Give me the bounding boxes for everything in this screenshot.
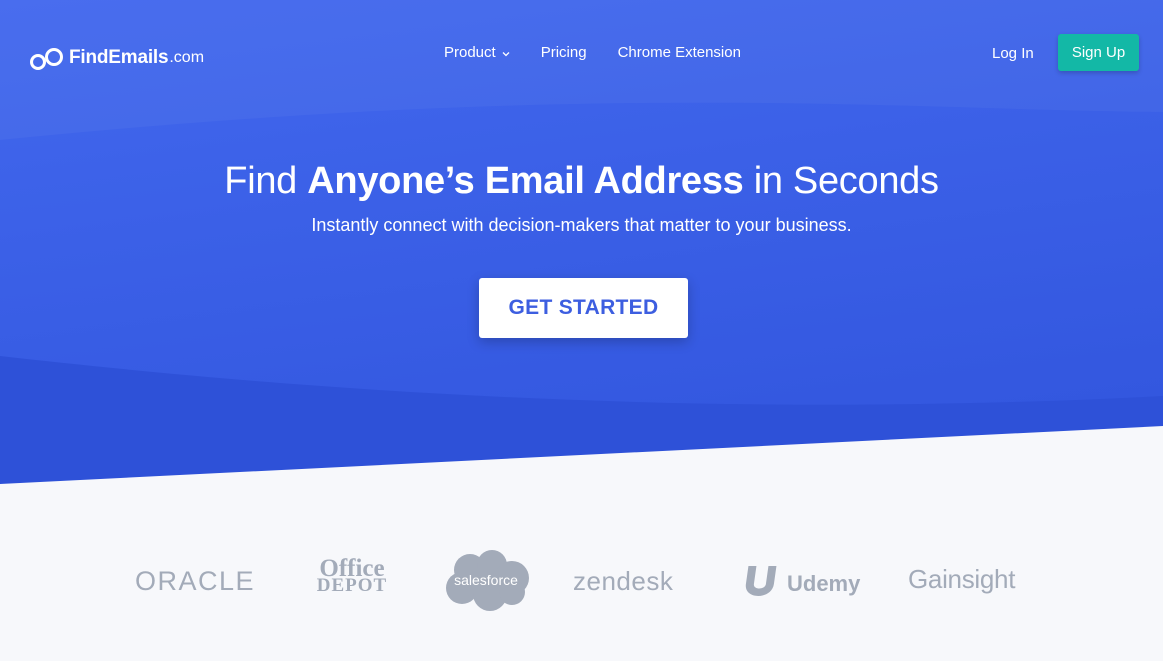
nav-item-pricing[interactable]: Pricing — [541, 44, 587, 61]
hero-title-post: in Seconds — [743, 160, 939, 202]
nav-item-product-label: Product — [444, 44, 496, 61]
salesforce-label: salesforce — [454, 572, 518, 588]
client-logos: ORACLE Office DEPOT salesforce zendesk U… — [0, 540, 1163, 630]
zendesk-logo: zendesk — [573, 566, 674, 596]
office-depot-logo: Office DEPOT — [306, 556, 398, 596]
get-started-button[interactable]: GET STARTED — [479, 278, 688, 338]
brand-logo[interactable]: FindEmails .com — [29, 45, 204, 71]
chevron-down-icon — [502, 44, 510, 61]
hero-subtitle: Instantly connect with decision-makers t… — [311, 215, 852, 235]
signup-button[interactable]: Sign Up — [1058, 34, 1139, 71]
hero-title: Find Anyone’s Email Address in Seconds — [0, 160, 1163, 203]
udemy-label: Udemy — [787, 571, 861, 596]
udemy-u-icon — [745, 566, 777, 596]
nav-links: Product Pricing Chrome Extension — [444, 44, 741, 61]
findemails-logo-icon — [29, 45, 65, 71]
oracle-logo: ORACLE — [135, 566, 256, 596]
hero-title-pre: Find — [224, 160, 308, 202]
office-depot-line2: DEPOT — [316, 575, 388, 596]
udemy-logo: Udemy — [739, 562, 860, 600]
hero-title-bold: Anyone’s Email Address — [307, 160, 744, 202]
brand-tld: .com — [169, 49, 205, 66]
nav-item-product[interactable]: Product — [444, 44, 510, 61]
top-navigation: FindEmails .com Product Pricing Chrome E… — [0, 0, 1163, 110]
hero-section: FindEmails .com Product Pricing Chrome E… — [0, 0, 1163, 500]
salesforce-logo: salesforce — [440, 548, 532, 614]
gainsight-logo: Gainsight — [908, 564, 1016, 594]
brand-name: FindEmails — [69, 47, 169, 68]
login-link[interactable]: Log In — [992, 45, 1034, 62]
nav-item-chrome-extension[interactable]: Chrome Extension — [618, 44, 741, 61]
